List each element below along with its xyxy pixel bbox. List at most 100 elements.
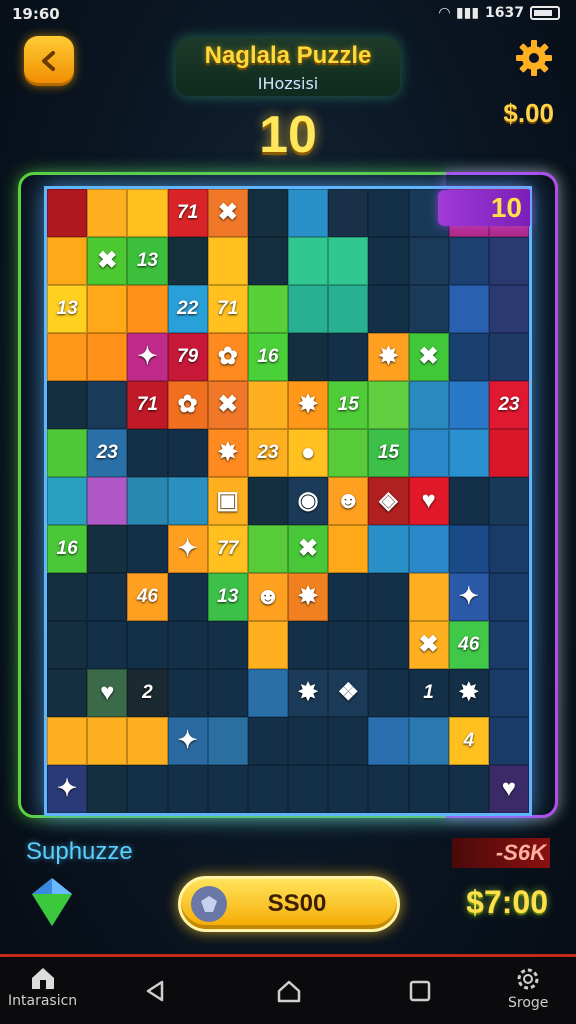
board-cell[interactable] (127, 285, 168, 333)
board-cell[interactable] (488, 477, 529, 525)
board-cell[interactable] (328, 285, 369, 333)
board-cell[interactable] (167, 669, 208, 717)
board-cell[interactable] (408, 717, 449, 765)
board-cell[interactable] (288, 765, 329, 813)
board-cell[interactable]: ❖ (328, 669, 369, 717)
board-cell[interactable] (47, 669, 88, 717)
board-cell[interactable]: ◉ (288, 477, 329, 525)
board-cell[interactable] (207, 717, 248, 765)
board-cell[interactable] (368, 765, 409, 813)
board-cell[interactable] (448, 429, 489, 477)
board-cell[interactable] (368, 237, 409, 285)
board-cell[interactable] (167, 765, 208, 813)
board-cell[interactable] (368, 717, 409, 765)
board-cell[interactable] (47, 573, 88, 621)
board-cell[interactable] (488, 237, 529, 285)
board-cell[interactable] (167, 621, 208, 669)
board-cell[interactable] (448, 381, 489, 429)
board-cell[interactable]: 2 (127, 669, 168, 717)
board-cell[interactable] (87, 189, 128, 237)
board-cell[interactable] (408, 765, 449, 813)
board-cell[interactable] (127, 525, 168, 573)
board-cell[interactable] (127, 189, 168, 237)
action-button[interactable]: SS00 (178, 876, 400, 932)
board-cell[interactable] (247, 285, 288, 333)
board-cell[interactable] (368, 285, 409, 333)
board-cell[interactable]: ✖ (87, 237, 128, 285)
board-cell[interactable]: 71 (167, 189, 208, 237)
board-cell[interactable] (448, 477, 489, 525)
board-cell[interactable] (288, 237, 329, 285)
board-cell[interactable]: ✸ (207, 429, 248, 477)
nav-back[interactable] (144, 979, 166, 1003)
board-cell[interactable] (87, 333, 128, 381)
board-cell[interactable] (47, 477, 88, 525)
board-cell[interactable]: 46 (127, 573, 168, 621)
board-cell[interactable]: 46 (448, 621, 489, 669)
board-cell[interactable] (368, 381, 409, 429)
board-cell[interactable] (47, 189, 88, 237)
board-cell[interactable] (207, 237, 248, 285)
board-cell[interactable]: ✸ (288, 381, 329, 429)
board-cell[interactable] (47, 237, 88, 285)
board-cell[interactable]: 15 (368, 429, 409, 477)
board-cell[interactable] (488, 333, 529, 381)
board-cell[interactable] (328, 333, 369, 381)
board-cell[interactable] (207, 621, 248, 669)
board-cell[interactable] (87, 573, 128, 621)
board-cell[interactable] (408, 381, 449, 429)
settings-button[interactable] (512, 36, 556, 80)
board-cell[interactable] (288, 285, 329, 333)
board-cell[interactable] (448, 765, 489, 813)
board-cell[interactable] (448, 285, 489, 333)
board-cell[interactable] (488, 717, 529, 765)
board-cell[interactable] (328, 525, 369, 573)
board-cell[interactable]: 4 (448, 717, 489, 765)
board-cell[interactable] (488, 429, 529, 477)
nav-home[interactable]: Intarasicn (8, 965, 77, 1009)
board-cell[interactable] (47, 333, 88, 381)
board-cell[interactable] (368, 525, 409, 573)
board-cell[interactable] (247, 669, 288, 717)
board-cell[interactable] (87, 285, 128, 333)
board-cell[interactable]: ♥ (408, 477, 449, 525)
board-cell[interactable] (288, 621, 329, 669)
board-cell[interactable] (87, 477, 128, 525)
board-cell[interactable] (247, 477, 288, 525)
board-cell[interactable] (207, 669, 248, 717)
board-cell[interactable] (127, 621, 168, 669)
back-button[interactable] (24, 36, 74, 86)
board-cell[interactable] (127, 717, 168, 765)
board-cell[interactable] (127, 765, 168, 813)
board-cell[interactable] (127, 477, 168, 525)
board-cell[interactable]: 71 (207, 285, 248, 333)
board-cell[interactable]: 77 (207, 525, 248, 573)
board-cell[interactable]: ♥ (488, 765, 529, 813)
board-cell[interactable]: ✿ (207, 333, 248, 381)
board-cell[interactable]: 79 (167, 333, 208, 381)
board-cell[interactable]: ✦ (167, 525, 208, 573)
board-cell[interactable] (408, 573, 449, 621)
board-cell[interactable] (167, 237, 208, 285)
board-cell[interactable] (328, 765, 369, 813)
board-cell[interactable] (247, 381, 288, 429)
nav-recents[interactable] (408, 979, 432, 1003)
board-cell[interactable]: ✸ (368, 333, 409, 381)
board-cell[interactable] (167, 573, 208, 621)
board-cell[interactable] (288, 189, 329, 237)
board-cell[interactable] (368, 189, 409, 237)
board-cell[interactable]: ✖ (288, 525, 329, 573)
board-cell[interactable]: 23 (488, 381, 529, 429)
board-cell[interactable]: 13 (47, 285, 88, 333)
board-cell[interactable] (328, 621, 369, 669)
board-cell[interactable]: 13 (127, 237, 168, 285)
board-cell[interactable]: ✦ (127, 333, 168, 381)
board-cell[interactable]: ▣ (207, 477, 248, 525)
board-cell[interactable]: 16 (247, 333, 288, 381)
board-cell[interactable] (167, 477, 208, 525)
board-cell[interactable] (488, 573, 529, 621)
board-cell[interactable] (288, 333, 329, 381)
board-cell[interactable] (47, 429, 88, 477)
board-cell[interactable] (247, 189, 288, 237)
board-cell[interactable]: ✸ (288, 573, 329, 621)
